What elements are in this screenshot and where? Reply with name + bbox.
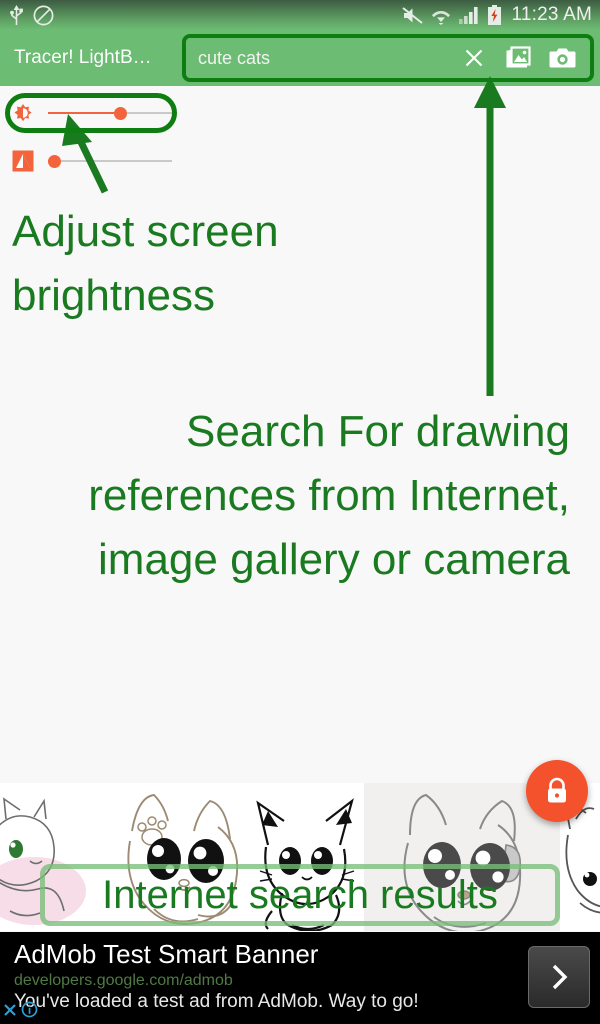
contrast-slider-thumb[interactable] — [48, 155, 61, 168]
contrast-icon — [8, 146, 38, 176]
contrast-slider-line — [48, 160, 172, 162]
ad-cta-button[interactable] — [528, 946, 590, 1008]
usb-icon — [8, 4, 25, 26]
gallery-button[interactable] — [496, 38, 540, 78]
camera-button[interactable] — [540, 38, 584, 78]
results-annotation-box: Internet search results — [40, 864, 560, 926]
lock-icon — [548, 777, 566, 803]
contrast-slider-track[interactable] — [48, 146, 172, 176]
contrast-slider-row[interactable] — [0, 142, 600, 180]
status-bar-left-icons — [8, 4, 54, 26]
battery-charging-icon — [487, 4, 502, 26]
do-not-disturb-icon — [33, 5, 54, 26]
clear-search-button[interactable] — [452, 38, 496, 78]
lock-button[interactable] — [526, 760, 588, 822]
search-bar[interactable]: cute cats — [182, 34, 594, 82]
admob-banner[interactable]: AdMob Test Smart Banner developers.googl… — [0, 932, 600, 1024]
brightness-highlight-box — [5, 93, 177, 133]
ad-badges[interactable] — [2, 1001, 38, 1023]
search-annotation-text: Search For drawing references from Inter… — [88, 407, 570, 584]
ad-url[interactable]: developers.google.com/admob — [14, 972, 588, 990]
app-title: Tracer! LightB… — [14, 47, 152, 68]
ad-info-button[interactable] — [21, 1001, 38, 1023]
search-input[interactable]: cute cats — [198, 48, 452, 69]
status-bar-right-icons: 11:23 AM — [401, 4, 592, 26]
results-annotation-text: Internet search results — [102, 873, 498, 917]
chevron-right-icon — [552, 964, 568, 990]
mute-icon — [401, 6, 424, 25]
signal-bars-icon — [458, 6, 480, 25]
ad-close-button[interactable] — [2, 1002, 18, 1023]
status-bar-clock: 11:23 AM — [511, 4, 592, 25]
status-bar: 11:23 AM — [0, 0, 600, 30]
wifi-icon — [431, 6, 451, 25]
ad-title: AdMob Test Smart Banner — [14, 939, 319, 969]
ad-body: You've loaded a test ad from AdMob. Way … — [14, 990, 419, 1012]
brightness-annotation-text: Adjust screen brightness — [12, 207, 279, 320]
